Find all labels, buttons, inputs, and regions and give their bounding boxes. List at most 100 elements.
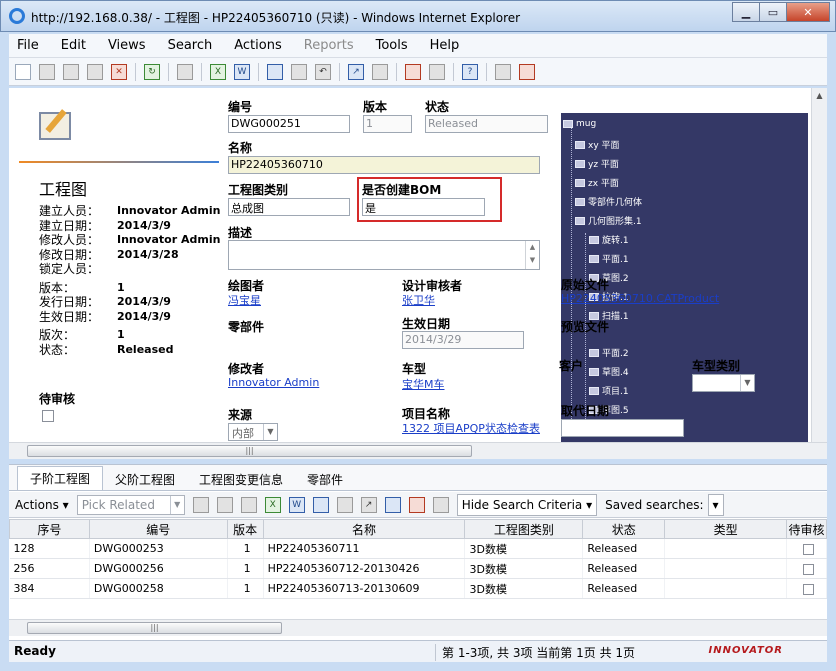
description-textarea[interactable]: ▲ ▼ xyxy=(228,240,540,270)
chevron-down-icon[interactable]: ▼ xyxy=(740,375,754,391)
print-icon[interactable] xyxy=(177,63,193,80)
menu-edit[interactable]: Edit xyxy=(53,38,94,53)
refresh-icon[interactable]: ↻ xyxy=(144,63,160,80)
reviewer-link[interactable]: 张卫华 xyxy=(402,292,435,308)
exit-icon[interactable] xyxy=(519,63,535,80)
source-select[interactable]: 内部 ▼ xyxy=(228,423,278,441)
scroll-thumb[interactable]: ||| xyxy=(27,622,282,634)
column-header[interactable]: 待审核 xyxy=(785,519,828,539)
export-word-icon[interactable]: W xyxy=(234,63,250,80)
effective-date-field[interactable]: 2014/3/29 xyxy=(402,331,524,349)
form-vertical-scrollbar[interactable]: ▲ xyxy=(811,88,827,442)
menu-file[interactable]: File xyxy=(9,38,47,53)
table-row[interactable]: 128 DWG000253 1 HP22405360711 3D数模 Relea… xyxy=(9,538,828,559)
column-header[interactable]: 名称 xyxy=(262,519,466,539)
pending-review-checkbox[interactable] xyxy=(802,563,814,575)
scroll-thumb[interactable]: ||| xyxy=(27,445,472,457)
saved-searches-dropdown[interactable]: ▾ xyxy=(707,493,724,516)
drawer-link[interactable]: 冯宝星 xyxy=(228,292,261,308)
save-icon[interactable] xyxy=(87,63,103,80)
menu-reports[interactable]: Reports xyxy=(296,38,362,53)
version-icon[interactable] xyxy=(429,63,445,80)
help-icon[interactable]: ? xyxy=(462,63,478,80)
delete-icon[interactable]: ✕ xyxy=(111,63,127,80)
modifier-link[interactable]: Innovator Admin xyxy=(228,376,319,389)
scroll-up-icon[interactable]: ▲ xyxy=(812,88,827,104)
tab-drawing-changes[interactable]: 工程图变更信息 xyxy=(187,470,295,490)
view-icon[interactable] xyxy=(39,63,55,80)
create-bom-field[interactable]: 是 xyxy=(362,198,485,216)
tree-node[interactable]: mug xyxy=(563,119,596,129)
menu-views[interactable]: Views xyxy=(100,38,154,53)
version-field[interactable]: 1 xyxy=(363,115,412,133)
column-header[interactable]: 版本 xyxy=(226,519,264,539)
pending-review-checkbox[interactable] xyxy=(802,583,814,595)
hide-search-criteria-button[interactable]: Hide Search Criteria ▾ xyxy=(456,493,598,516)
project-link[interactable]: 1322 项目APQP状态检查表 xyxy=(402,420,540,436)
promote-icon[interactable]: ↗ xyxy=(360,496,377,513)
open-folder-icon[interactable] xyxy=(63,63,79,80)
export-excel-icon[interactable]: X xyxy=(210,63,226,80)
unlock-icon[interactable] xyxy=(336,496,353,513)
column-header[interactable]: 序号 xyxy=(9,519,90,539)
table-row[interactable]: 256 DWG000256 1 HP22405360712-20130426 3… xyxy=(9,558,828,579)
structure-browser-icon[interactable] xyxy=(405,63,421,80)
remove-icon[interactable] xyxy=(240,496,257,513)
lock-icon[interactable] xyxy=(267,63,283,80)
export-excel-icon[interactable]: X xyxy=(264,496,281,513)
pick-related-select[interactable]: Pick Related ▼ xyxy=(76,494,185,515)
tree-node[interactable]: yz 平面 xyxy=(575,157,619,170)
tree-node[interactable]: 平面.2 xyxy=(589,346,629,359)
tree-node[interactable]: 草图.4 xyxy=(589,365,629,378)
grid-horizontal-scrollbar[interactable]: ||| xyxy=(9,619,827,636)
textarea-scroll-icon[interactable]: ▲ ▼ xyxy=(525,241,539,269)
menu-help[interactable]: Help xyxy=(422,38,468,53)
vehicle-type-select[interactable]: ▼ xyxy=(692,374,755,392)
column-header[interactable]: 类型 xyxy=(664,519,787,539)
pending-review-checkbox[interactable] xyxy=(42,410,54,422)
minimize-icon[interactable]: ▁ xyxy=(732,2,760,22)
tab-parent-drawings[interactable]: 父阶工程图 xyxy=(103,470,187,490)
close-icon[interactable]: ✕ xyxy=(786,2,830,22)
new-relationship-icon[interactable] xyxy=(192,496,209,513)
maximize-icon[interactable]: ▭ xyxy=(759,2,787,22)
chevron-down-icon[interactable]: ▼ xyxy=(263,424,277,440)
form-horizontal-scrollbar[interactable]: ||| xyxy=(9,442,827,459)
tab-parts[interactable]: 零部件 xyxy=(295,470,355,490)
column-header[interactable]: 工程图类别 xyxy=(464,519,584,539)
menu-actions[interactable]: Actions xyxy=(226,38,290,53)
discussion-icon[interactable] xyxy=(495,63,511,80)
cut-icon[interactable] xyxy=(216,496,233,513)
lock-icon[interactable] xyxy=(312,496,329,513)
native-file-link[interactable]: HP22405360710.CATProduct xyxy=(561,292,719,305)
pending-review-checkbox[interactable] xyxy=(802,543,814,555)
undo-icon[interactable]: ↶ xyxy=(315,63,331,80)
tree-node[interactable]: 平面.1 xyxy=(589,252,629,265)
actions-menu[interactable]: Actions ▾ xyxy=(15,498,69,512)
column-header[interactable]: 状态 xyxy=(582,519,666,539)
tree-node[interactable]: xy 平面 xyxy=(575,138,620,151)
category-field[interactable]: 总成图 xyxy=(228,198,350,216)
number-field[interactable]: DWG000251 xyxy=(228,115,350,133)
unlock-icon[interactable] xyxy=(291,63,307,80)
tree-node[interactable]: 几何图形集.1 xyxy=(575,214,642,227)
tree-node[interactable]: 零部件几何体 xyxy=(575,195,642,208)
table-row[interactable]: 384 DWG000258 1 HP22405360713-20130609 3… xyxy=(9,578,828,599)
clear-search-icon[interactable] xyxy=(408,496,425,513)
tree-node[interactable]: 旋转.1 xyxy=(589,233,629,246)
where-used-icon[interactable] xyxy=(372,63,388,80)
column-header[interactable]: 编号 xyxy=(88,519,228,539)
menu-search[interactable]: Search xyxy=(160,38,221,53)
export-word-icon[interactable]: W xyxy=(288,496,305,513)
new-document-icon[interactable] xyxy=(15,63,31,80)
vehicle-link[interactable]: 宝华M车 xyxy=(402,376,445,392)
search-icon[interactable] xyxy=(384,496,401,513)
replace-date-field[interactable] xyxy=(561,419,684,437)
promote-icon[interactable]: ↗ xyxy=(348,63,364,80)
saved-search-icon[interactable] xyxy=(432,496,449,513)
tree-node[interactable]: zx 平面 xyxy=(575,176,619,189)
menu-tools[interactable]: Tools xyxy=(368,38,416,53)
tree-node[interactable]: 项目.1 xyxy=(589,384,629,397)
chevron-down-icon[interactable]: ▼ xyxy=(169,495,184,514)
name-field[interactable]: HP22405360710 xyxy=(228,156,540,174)
